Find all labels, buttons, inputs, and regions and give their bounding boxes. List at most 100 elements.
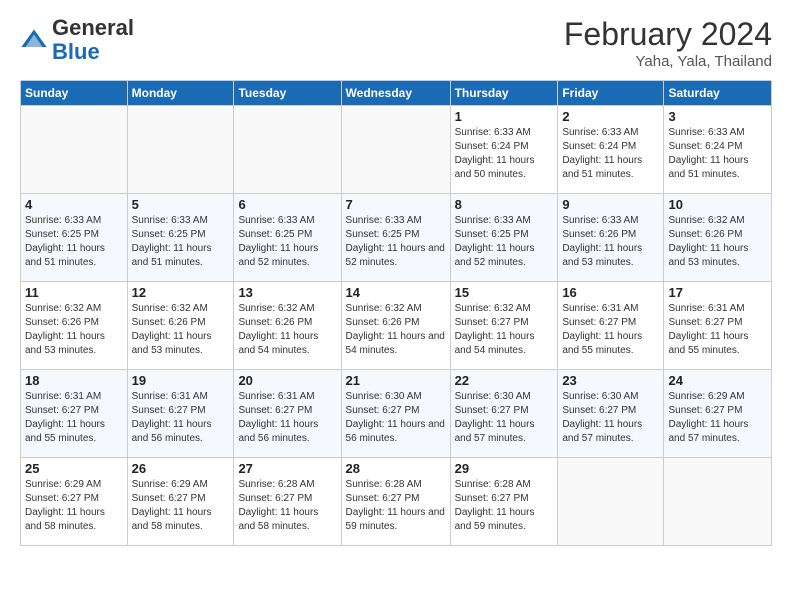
day-number: 11 [25, 285, 123, 300]
day-info: Sunrise: 6:33 AM Sunset: 6:24 PM Dayligh… [562, 126, 659, 182]
day-info: Sunrise: 6:28 AM Sunset: 6:27 PM Dayligh… [346, 478, 446, 534]
day-info: Sunrise: 6:30 AM Sunset: 6:27 PM Dayligh… [455, 390, 554, 446]
month-year: February 2024 [564, 16, 772, 53]
calendar-cell: 24 Sunrise: 6:29 AM Sunset: 6:27 PM Dayli… [664, 370, 772, 458]
day-number: 27 [238, 461, 336, 476]
calendar-cell: 27 Sunrise: 6:28 AM Sunset: 6:27 PM Dayli… [234, 458, 341, 546]
day-info: Sunrise: 6:29 AM Sunset: 6:27 PM Dayligh… [25, 478, 123, 534]
page: General Blue February 2024 Yaha, Yala, T… [0, 0, 792, 612]
day-number: 24 [668, 373, 767, 388]
weekday-header-row: SundayMondayTuesdayWednesdayThursdayFrid… [21, 81, 772, 106]
day-info: Sunrise: 6:30 AM Sunset: 6:27 PM Dayligh… [346, 390, 446, 446]
calendar-cell: 16 Sunrise: 6:31 AM Sunset: 6:27 PM Dayli… [558, 282, 664, 370]
calendar-week-row: 25 Sunrise: 6:29 AM Sunset: 6:27 PM Dayli… [21, 458, 772, 546]
logo: General Blue [20, 16, 134, 64]
day-info: Sunrise: 6:32 AM Sunset: 6:26 PM Dayligh… [132, 302, 230, 358]
day-info: Sunrise: 6:33 AM Sunset: 6:25 PM Dayligh… [238, 214, 336, 270]
day-number: 2 [562, 109, 659, 124]
location: Yaha, Yala, Thailand [564, 53, 772, 70]
weekday-header: Friday [558, 81, 664, 106]
day-number: 22 [455, 373, 554, 388]
calendar-cell: 23 Sunrise: 6:30 AM Sunset: 6:27 PM Dayli… [558, 370, 664, 458]
day-info: Sunrise: 6:33 AM Sunset: 6:24 PM Dayligh… [455, 126, 554, 182]
calendar-cell: 2 Sunrise: 6:33 AM Sunset: 6:24 PM Daylig… [558, 106, 664, 194]
weekday-header: Wednesday [341, 81, 450, 106]
calendar-cell: 19 Sunrise: 6:31 AM Sunset: 6:27 PM Dayli… [127, 370, 234, 458]
calendar-cell: 8Sunrise: 6:33 AM Sunset: 6:25 PM Daylig… [450, 194, 558, 282]
day-info: Sunrise: 6:32 AM Sunset: 6:26 PM Dayligh… [238, 302, 336, 358]
weekday-header: Sunday [21, 81, 128, 106]
weekday-header: Tuesday [234, 81, 341, 106]
day-number: 17 [668, 285, 767, 300]
calendar-cell: 5 Sunrise: 6:33 AM Sunset: 6:25 PM Daylig… [127, 194, 234, 282]
logo-text: General Blue [52, 16, 134, 64]
calendar-cell: 26 Sunrise: 6:29 AM Sunset: 6:27 PM Dayli… [127, 458, 234, 546]
day-info: Sunrise: 6:32 AM Sunset: 6:26 PM Dayligh… [668, 214, 767, 270]
calendar-cell: 25 Sunrise: 6:29 AM Sunset: 6:27 PM Dayli… [21, 458, 128, 546]
day-number: 23 [562, 373, 659, 388]
day-info: Sunrise: 6:33 AM Sunset: 6:25 PM Dayligh… [455, 214, 554, 270]
title-block: February 2024 Yaha, Yala, Thailand [564, 16, 772, 70]
calendar-cell [558, 458, 664, 546]
day-number: 7 [346, 197, 446, 212]
calendar-cell: 20Sunrise: 6:31 AM Sunset: 6:27 PM Dayli… [234, 370, 341, 458]
calendar-cell: 3 Sunrise: 6:33 AM Sunset: 6:24 PM Daylig… [664, 106, 772, 194]
day-info: Sunrise: 6:29 AM Sunset: 6:27 PM Dayligh… [132, 478, 230, 534]
day-number: 19 [132, 373, 230, 388]
calendar-cell [21, 106, 128, 194]
day-number: 6 [238, 197, 336, 212]
weekday-header: Monday [127, 81, 234, 106]
calendar: SundayMondayTuesdayWednesdayThursdayFrid… [20, 80, 772, 546]
day-number: 12 [132, 285, 230, 300]
calendar-cell: 22 Sunrise: 6:30 AM Sunset: 6:27 PM Dayli… [450, 370, 558, 458]
calendar-week-row: 18 Sunrise: 6:31 AM Sunset: 6:27 PM Dayli… [21, 370, 772, 458]
day-number: 20 [238, 373, 336, 388]
calendar-cell: 21 Sunrise: 6:30 AM Sunset: 6:27 PM Dayli… [341, 370, 450, 458]
day-info: Sunrise: 6:33 AM Sunset: 6:25 PM Dayligh… [132, 214, 230, 270]
day-number: 13 [238, 285, 336, 300]
day-info: Sunrise: 6:31 AM Sunset: 6:27 PM Dayligh… [132, 390, 230, 446]
calendar-cell: 1 Sunrise: 6:33 AM Sunset: 6:24 PM Daylig… [450, 106, 558, 194]
calendar-cell: 13 Sunrise: 6:32 AM Sunset: 6:26 PM Dayli… [234, 282, 341, 370]
calendar-cell [341, 106, 450, 194]
calendar-cell [664, 458, 772, 546]
day-info: Sunrise: 6:33 AM Sunset: 6:25 PM Dayligh… [346, 214, 446, 270]
day-info: Sunrise: 6:30 AM Sunset: 6:27 PM Dayligh… [562, 390, 659, 446]
day-number: 21 [346, 373, 446, 388]
day-info: Sunrise: 6:33 AM Sunset: 6:24 PM Dayligh… [668, 126, 767, 182]
day-number: 29 [455, 461, 554, 476]
day-info: Sunrise: 6:28 AM Sunset: 6:27 PM Dayligh… [238, 478, 336, 534]
calendar-cell: 17 Sunrise: 6:31 AM Sunset: 6:27 PM Dayli… [664, 282, 772, 370]
calendar-week-row: 4Sunrise: 6:33 AM Sunset: 6:25 PM Daylig… [21, 194, 772, 282]
day-number: 9 [562, 197, 659, 212]
calendar-cell: 12 Sunrise: 6:32 AM Sunset: 6:26 PM Dayli… [127, 282, 234, 370]
day-number: 10 [668, 197, 767, 212]
calendar-cell [234, 106, 341, 194]
calendar-cell: 18 Sunrise: 6:31 AM Sunset: 6:27 PM Dayli… [21, 370, 128, 458]
day-number: 1 [455, 109, 554, 124]
day-info: Sunrise: 6:31 AM Sunset: 6:27 PM Dayligh… [668, 302, 767, 358]
day-number: 16 [562, 285, 659, 300]
day-info: Sunrise: 6:31 AM Sunset: 6:27 PM Dayligh… [562, 302, 659, 358]
day-info: Sunrise: 6:31 AM Sunset: 6:27 PM Dayligh… [25, 390, 123, 446]
weekday-header: Thursday [450, 81, 558, 106]
day-info: Sunrise: 6:32 AM Sunset: 6:27 PM Dayligh… [455, 302, 554, 358]
calendar-cell: 10 Sunrise: 6:32 AM Sunset: 6:26 PM Dayli… [664, 194, 772, 282]
calendar-cell: 9 Sunrise: 6:33 AM Sunset: 6:26 PM Daylig… [558, 194, 664, 282]
day-info: Sunrise: 6:29 AM Sunset: 6:27 PM Dayligh… [668, 390, 767, 446]
day-number: 26 [132, 461, 230, 476]
day-number: 3 [668, 109, 767, 124]
day-number: 14 [346, 285, 446, 300]
calendar-cell: 11Sunrise: 6:32 AM Sunset: 6:26 PM Dayli… [21, 282, 128, 370]
calendar-cell: 7 Sunrise: 6:33 AM Sunset: 6:25 PM Daylig… [341, 194, 450, 282]
day-number: 15 [455, 285, 554, 300]
day-number: 5 [132, 197, 230, 212]
day-number: 25 [25, 461, 123, 476]
calendar-week-row: 11 Sunrise: 6:32 AM Sunset: 6:26 PM Dayli… [21, 282, 772, 370]
calendar-cell: 6 Sunrise: 6:33 AM Sunset: 6:25 PM Daylig… [234, 194, 341, 282]
logo-icon [20, 26, 48, 54]
day-info: Sunrise: 6:33 AM Sunset: 6:26 PM Dayligh… [562, 214, 659, 270]
day-number: 18 [25, 373, 123, 388]
day-info: Sunrise: 6:33 AM Sunset: 6:25 PM Dayligh… [25, 214, 123, 270]
calendar-cell [127, 106, 234, 194]
